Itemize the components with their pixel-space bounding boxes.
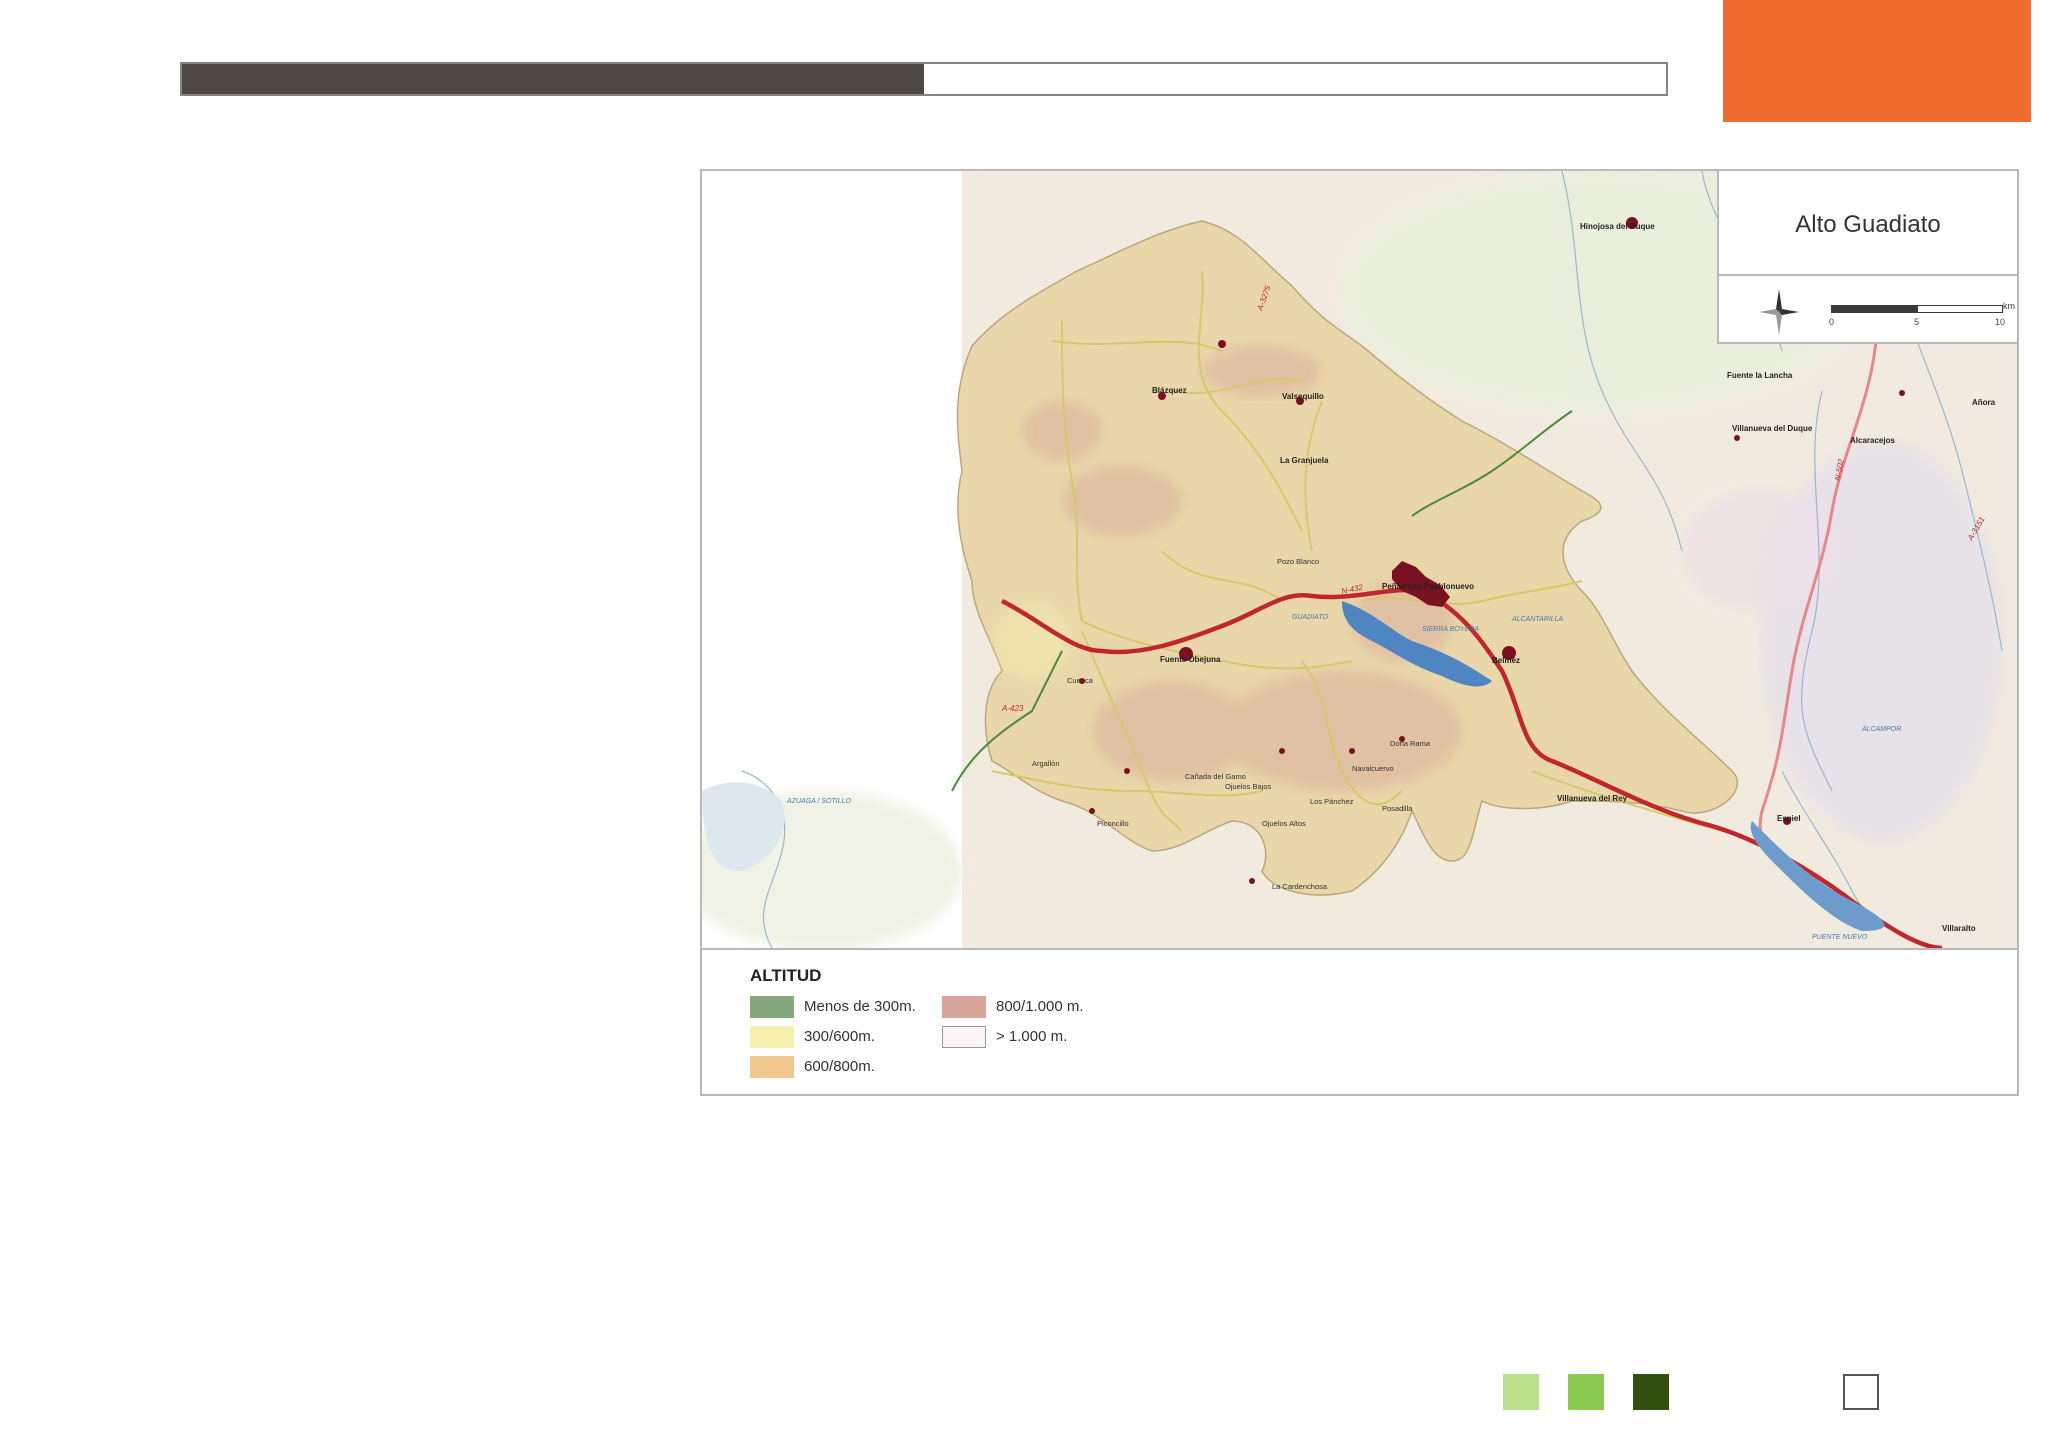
scale-tick: 5 bbox=[1914, 317, 1920, 327]
scale-tick: 0 bbox=[1829, 317, 1835, 327]
map-title-box: Alto Guadiato 0 5 10 km bbox=[1717, 171, 2017, 344]
scale-unit: km bbox=[2003, 301, 2015, 311]
legend-swatch bbox=[942, 1026, 986, 1048]
legend-swatch bbox=[750, 996, 794, 1018]
label-place: Valsequillo bbox=[1282, 392, 1324, 401]
color-square-green bbox=[1568, 1374, 1604, 1410]
color-square-dark-green bbox=[1633, 1374, 1669, 1410]
map-title: Alto Guadiato bbox=[1795, 211, 1941, 238]
label-water: ALCANTARILLA bbox=[1511, 616, 1564, 623]
legend-swatch bbox=[750, 1056, 794, 1078]
label-place: Doña Rama bbox=[1390, 739, 1431, 748]
label-water: ALCAMPOR bbox=[1861, 726, 1901, 733]
label-place: Piconcillo bbox=[1097, 819, 1129, 828]
label-place: Añora bbox=[1972, 398, 1996, 407]
scale-bar: 0 5 10 km bbox=[1829, 301, 2015, 335]
label-place: Hinojosa del Duque bbox=[1580, 222, 1655, 231]
color-square-empty bbox=[1843, 1374, 1879, 1410]
scale-bar-segment bbox=[1917, 305, 2003, 313]
label-place: Fuente Obejuna bbox=[1160, 655, 1221, 664]
label-place: La Granjuela bbox=[1280, 456, 1329, 465]
label-place: Argallón bbox=[1032, 759, 1060, 768]
label-road: A-423 bbox=[1001, 704, 1024, 713]
legend: ALTITUD Menos de 300m. 300/600m. 600/800… bbox=[702, 950, 2017, 1096]
label-place: La Cardenchosa bbox=[1272, 882, 1328, 891]
label-place: Belmez bbox=[1492, 656, 1520, 665]
label-place: Blázquez bbox=[1152, 386, 1187, 395]
label-place: Pozo Blanco bbox=[1277, 557, 1319, 566]
label-place: Villanueva del Rey bbox=[1557, 794, 1628, 803]
label-place: Villanueva del Duque bbox=[1732, 424, 1813, 433]
label-place: Navalcuervo bbox=[1352, 764, 1394, 773]
label-place: Espiel bbox=[1777, 814, 1801, 823]
scale-tick: 10 bbox=[1995, 317, 2006, 327]
label-place: Villaralto bbox=[1942, 924, 1976, 933]
color-square-light-green bbox=[1503, 1374, 1539, 1410]
label-place: Los Pánchez bbox=[1310, 797, 1354, 806]
label-water: PUENTE NUEVO bbox=[1812, 934, 1868, 941]
legend-swatch bbox=[942, 996, 986, 1018]
scale-bar-segment bbox=[1831, 305, 1918, 313]
title-divider bbox=[1719, 274, 2017, 276]
map-canvas[interactable]: Hinojosa del Duque Fuente la Lancha Vill… bbox=[702, 171, 2017, 948]
label-water: SIERRA BOYERA bbox=[1422, 626, 1479, 633]
legend-title: ALTITUD bbox=[750, 966, 822, 985]
progress-bar-fill bbox=[182, 64, 924, 94]
legend-label: > 1.000 m. bbox=[996, 1028, 1068, 1045]
label-place: Fuente la Lancha bbox=[1727, 371, 1793, 380]
legend-label: 600/800m. bbox=[804, 1058, 875, 1075]
label-place: Alcaracejos bbox=[1850, 436, 1895, 445]
label-water: GUADIATO bbox=[1292, 614, 1328, 621]
north-arrow-icon bbox=[1759, 289, 1799, 335]
legend-label: 300/600m. bbox=[804, 1028, 875, 1045]
label-place: Peñarroya-Pueblonuevo bbox=[1382, 582, 1474, 591]
label-place: Cañada del Gamo bbox=[1185, 772, 1246, 781]
label-water: AZUAGA / SOTILLO bbox=[786, 798, 851, 805]
label-place: Ojuelos Bajos bbox=[1225, 782, 1272, 791]
legend-label: 800/1.000 m. bbox=[996, 998, 1084, 1015]
accent-block bbox=[1723, 0, 2031, 122]
progress-bar bbox=[180, 62, 1668, 96]
legend-swatch bbox=[750, 1026, 794, 1048]
legend-label: Menos de 300m. bbox=[804, 998, 916, 1015]
label-place: Posadilla bbox=[1382, 804, 1413, 813]
label-place: Cuenca bbox=[1067, 676, 1094, 685]
label-place: Ojuelos Altos bbox=[1262, 819, 1306, 828]
map-figure: Hinojosa del Duque Fuente la Lancha Vill… bbox=[700, 169, 2019, 1096]
